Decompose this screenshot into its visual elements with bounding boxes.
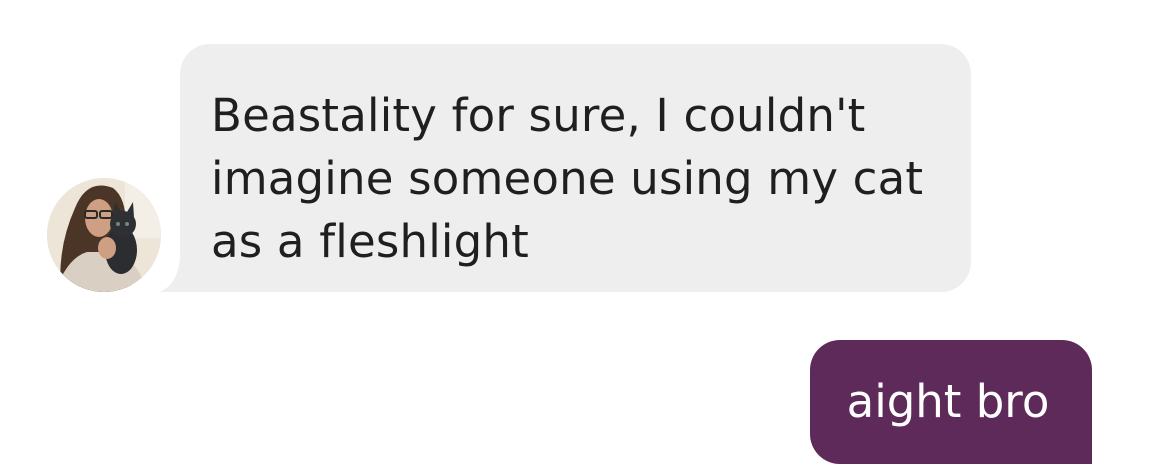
sender-avatar[interactable] (47, 178, 161, 292)
incoming-message-text: Beastality for sure, I couldn't imagine … (211, 89, 924, 268)
incoming-message-bubble[interactable]: Beastality for sure, I couldn't imagine … (180, 44, 971, 292)
avatar-photo (47, 178, 161, 292)
outgoing-message-text: aight bro (846, 375, 1050, 428)
outgoing-message-bubble[interactable]: aight bro (810, 340, 1092, 464)
